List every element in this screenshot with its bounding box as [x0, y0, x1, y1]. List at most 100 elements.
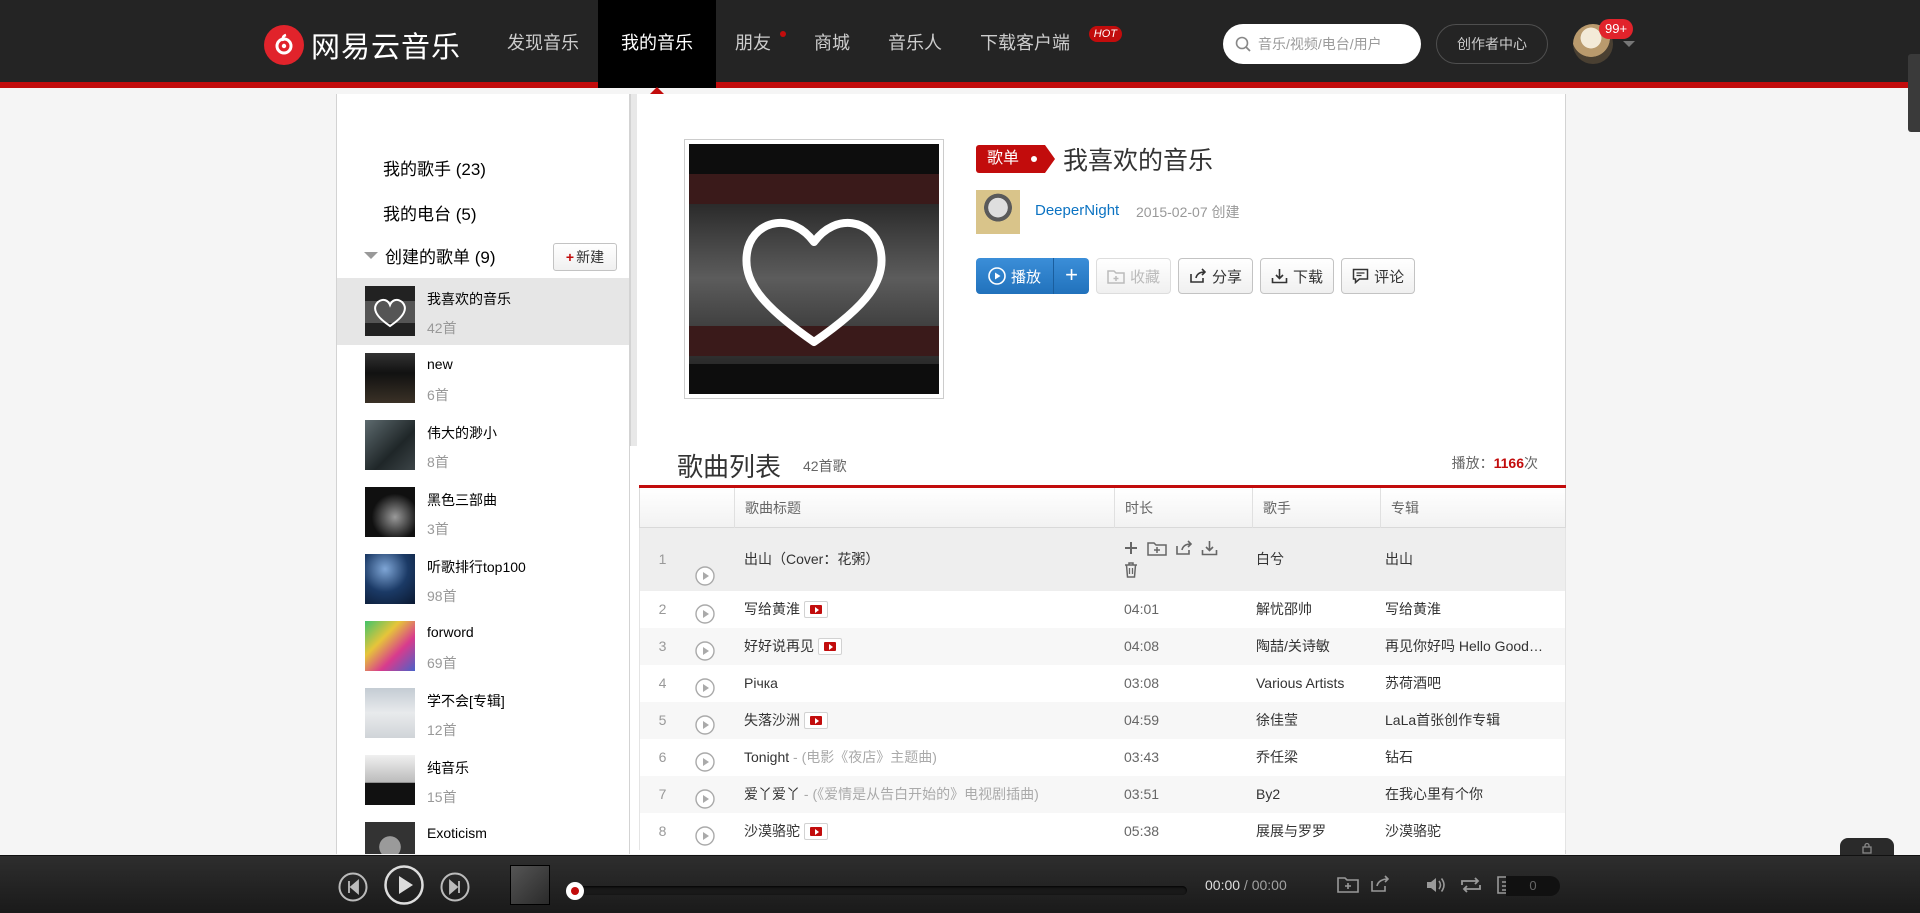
- nav-my-music[interactable]: 我的音乐: [598, 0, 716, 94]
- song-artist[interactable]: 白兮: [1256, 528, 1381, 591]
- download-song-icon[interactable]: [1201, 540, 1218, 559]
- new-playlist-label: 新建: [576, 249, 605, 265]
- now-playing-cover[interactable]: [510, 865, 550, 905]
- song-title-text: Річка: [744, 675, 778, 691]
- sidebar-created-playlists[interactable]: 创建的歌单 (9): [385, 243, 496, 268]
- collect-track-button[interactable]: [1337, 875, 1359, 896]
- song-index: 3: [658, 638, 667, 654]
- nav-discover[interactable]: 发现音乐: [488, 0, 598, 88]
- side-tab[interactable]: [1908, 54, 1920, 132]
- creator-name-link[interactable]: DeeperNight: [1035, 202, 1119, 219]
- song-album[interactable]: 苏荷酒吧: [1385, 665, 1545, 702]
- add-to-queue-icon[interactable]: [1123, 540, 1139, 559]
- playlist-item[interactable]: 纯音乐 15首: [337, 747, 629, 814]
- song-title[interactable]: 失落沙洲: [744, 702, 1114, 739]
- nav-download-client[interactable]: 下载客户端 HOT: [961, 0, 1122, 88]
- player-lock-tab[interactable]: [1840, 838, 1894, 856]
- song-album[interactable]: 在我心里有个你: [1385, 776, 1545, 813]
- search-input[interactable]: [1258, 36, 1408, 52]
- song-album[interactable]: 沙漠骆驼: [1385, 813, 1545, 850]
- new-playlist-button[interactable]: + 新建: [553, 243, 617, 271]
- song-title[interactable]: 爱丫爱丫 - (《爱情是从告白开始的》电视剧插曲): [744, 776, 1114, 813]
- play-all-button[interactable]: 播放: [976, 258, 1054, 294]
- nav-musician[interactable]: 音乐人: [869, 0, 961, 88]
- song-title[interactable]: Tonight - (电影《夜店》主题曲): [744, 739, 1114, 776]
- play-pause-button[interactable]: [384, 865, 424, 908]
- song-artist[interactable]: Various Artists: [1256, 665, 1381, 702]
- mv-icon[interactable]: [818, 637, 842, 655]
- sidebar-my-artists[interactable]: 我的歌手 (23): [383, 155, 486, 180]
- collect-button[interactable]: 收藏: [1096, 258, 1172, 294]
- song-index: 2: [658, 601, 667, 617]
- playlist-item[interactable]: 伟大的渺小 8首: [337, 412, 629, 479]
- song-artist[interactable]: 陶喆/关诗敏: [1256, 628, 1381, 665]
- song-album[interactable]: 钻石: [1385, 739, 1545, 776]
- search-box[interactable]: [1223, 24, 1421, 64]
- delete-icon[interactable]: [1123, 561, 1225, 581]
- next-button[interactable]: [440, 872, 470, 905]
- loop-mode-button[interactable]: [1459, 875, 1483, 898]
- comment-button[interactable]: 评论: [1341, 258, 1416, 294]
- song-row[interactable]: 3 好好说再见 04:08 陶喆/关诗敏 再见你好吗 Hello Goodbye: [639, 628, 1566, 665]
- header-title: 歌曲标题: [734, 488, 1114, 528]
- sidebar-scrollbar[interactable]: [630, 94, 637, 446]
- song-row[interactable]: 8 沙漠骆驼 05:38 展展与罗罗 沙漠骆驼: [639, 813, 1566, 850]
- add-to-queue-button[interactable]: +: [1053, 258, 1090, 294]
- mv-icon[interactable]: [804, 711, 828, 729]
- song-row[interactable]: 2 写给黄淮 04:01 解忧邵帅 写给黄淮: [639, 591, 1566, 628]
- play-count-label: 播放：: [1451, 455, 1494, 471]
- song-album[interactable]: 出山: [1385, 528, 1545, 591]
- mv-icon[interactable]: [804, 822, 828, 840]
- collect-song-icon[interactable]: [1147, 540, 1167, 559]
- song-artist[interactable]: 展展与罗罗: [1256, 813, 1381, 850]
- song-row[interactable]: 1 出山（Cover：花粥） 白兮 出山: [639, 528, 1566, 591]
- share-button[interactable]: 分享: [1178, 258, 1254, 294]
- song-artist[interactable]: 乔任梁: [1256, 739, 1381, 776]
- share-track-button[interactable]: [1370, 875, 1390, 896]
- progress-bar[interactable]: [566, 882, 1187, 900]
- song-title[interactable]: 好好说再见: [744, 628, 1114, 665]
- next-icon: [440, 872, 470, 902]
- user-menu-caret-icon[interactable]: [1623, 41, 1635, 53]
- song-title[interactable]: Річка: [744, 665, 1114, 702]
- download-button[interactable]: 下载: [1260, 258, 1335, 294]
- nav-store[interactable]: 商城: [795, 0, 869, 88]
- mv-icon[interactable]: [804, 600, 828, 618]
- song-title[interactable]: 沙漠骆驼: [744, 813, 1114, 850]
- time-display: 00:00 / 00:00: [1205, 877, 1287, 893]
- playlist-count: 3首: [427, 521, 449, 537]
- playlist-item[interactable]: new 6首: [337, 345, 629, 412]
- song-album[interactable]: 写给黄淮: [1385, 591, 1545, 628]
- creator-avatar[interactable]: [976, 190, 1020, 234]
- creator-center-button[interactable]: 创作者中心: [1436, 24, 1548, 64]
- song-row[interactable]: 4 Річка 03:08 Various Artists 苏荷酒吧: [639, 665, 1566, 702]
- my-music-sidebar: 我的歌手 (23) 我的电台 (5) 创建的歌单 (9) + 新建 我喜欢的音乐 …: [337, 94, 630, 854]
- collapse-triangle-icon[interactable]: [364, 252, 378, 266]
- song-artist[interactable]: 解忧邵帅: [1256, 591, 1381, 628]
- song-album[interactable]: LaLa首张创作专辑: [1385, 702, 1545, 739]
- song-artist[interactable]: By2: [1256, 776, 1381, 813]
- playlist-item[interactable]: 学不会[专辑] 12首: [337, 680, 629, 747]
- volume-button[interactable]: [1425, 875, 1447, 898]
- playlist-item[interactable]: 听歌排行top100 98首: [337, 546, 629, 613]
- progress-handle[interactable]: [566, 882, 584, 900]
- song-row[interactable]: 5 失落沙洲 04:59 徐佳莹 LaLa首张创作专辑: [639, 702, 1566, 739]
- playlist-item[interactable]: forword 69首: [337, 613, 629, 680]
- song-title[interactable]: 写给黄淮: [744, 591, 1114, 628]
- playlist-item[interactable]: 我喜欢的音乐 42首: [337, 278, 629, 345]
- play-count-value: 1166: [1493, 455, 1524, 471]
- song-album[interactable]: 再见你好吗 Hello Goodbye: [1385, 628, 1545, 665]
- prev-button[interactable]: [338, 872, 368, 905]
- song-artist[interactable]: 徐佳莹: [1256, 702, 1381, 739]
- share-song-icon[interactable]: [1175, 540, 1193, 559]
- logo[interactable]: 网易云音乐: [264, 25, 461, 65]
- playlist-item[interactable]: 黑色三部曲 3首: [337, 479, 629, 546]
- search-icon: [1235, 36, 1251, 52]
- action-buttons: 播放 + 收藏 分享 下载 评论: [976, 258, 1422, 294]
- song-row[interactable]: 7 爱丫爱丫 - (《爱情是从告白开始的》电视剧插曲) 03:51 By2 在我…: [639, 776, 1566, 813]
- song-title[interactable]: 出山（Cover：花粥）: [744, 528, 1114, 591]
- playlist-item[interactable]: Exoticism: [337, 814, 629, 854]
- nav-friends[interactable]: 朋友: [716, 0, 795, 88]
- song-row[interactable]: 6 Tonight - (电影《夜店》主题曲) 03:43 乔任梁 钻石: [639, 739, 1566, 776]
- sidebar-my-radio[interactable]: 我的电台 (5): [383, 200, 477, 225]
